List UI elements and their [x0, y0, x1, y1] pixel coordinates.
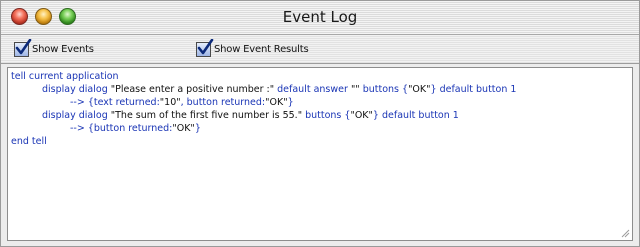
- log-segment: "Please enter a positive number :": [110, 84, 275, 95]
- log-segment: "OK": [408, 84, 431, 95]
- resize-grip-icon[interactable]: [620, 228, 630, 238]
- log-segment: }: [194, 123, 201, 134]
- show-events-option[interactable]: Show Events: [14, 38, 94, 58]
- window-title: Event Log: [282, 8, 358, 26]
- title-bar[interactable]: Event Log: [1, 1, 639, 35]
- checkmark-icon: [15, 38, 32, 54]
- log-segment: } default button 1: [372, 110, 459, 121]
- show-events-label: Show Events: [32, 43, 94, 55]
- log-line-result-1: --> {text returned:"10", button returned…: [70, 97, 294, 109]
- event-log-window: Event Log Show Events Show Event Results…: [0, 0, 640, 247]
- log-segment: "The sum of the first five number is 55.…: [110, 110, 303, 121]
- log-segment: default answer: [274, 84, 351, 95]
- log-segment: --> {button returned:: [70, 123, 173, 134]
- toolbar: Show Events Show Event Results: [1, 35, 639, 64]
- log-line-tell: tell current application: [11, 71, 119, 82]
- log-segment: }: [287, 97, 294, 108]
- log-segment: display dialog: [42, 110, 111, 121]
- log-line-dialog-1: display dialog "Please enter a positive …: [42, 84, 516, 96]
- checkmark-icon: [197, 38, 214, 54]
- event-log-text-area[interactable]: tell current application display dialog …: [7, 67, 633, 241]
- log-segment: --> {text returned:: [70, 97, 160, 108]
- log-segment: buttons {: [302, 110, 351, 121]
- show-events-checkbox[interactable]: [14, 38, 32, 57]
- log-segment: "OK": [172, 123, 195, 134]
- log-line-dialog-2: display dialog "The sum of the first fiv…: [42, 110, 459, 122]
- log-segment: "OK": [265, 97, 288, 108]
- log-segment: "": [350, 84, 360, 95]
- log-line-end-tell: end tell: [11, 136, 47, 147]
- show-event-results-option[interactable]: Show Event Results: [196, 38, 309, 58]
- log-segment: "10": [159, 97, 181, 108]
- log-segment: buttons {: [359, 84, 409, 95]
- log-segment: display dialog: [42, 84, 111, 95]
- log-segment: "OK": [350, 110, 373, 121]
- log-segment: , button returned:: [180, 97, 266, 108]
- log-line-result-2: --> {button returned:"OK"}: [70, 123, 201, 135]
- show-event-results-checkbox[interactable]: [196, 38, 214, 57]
- show-event-results-label: Show Event Results: [214, 43, 309, 55]
- log-segment: } default button 1: [430, 84, 517, 95]
